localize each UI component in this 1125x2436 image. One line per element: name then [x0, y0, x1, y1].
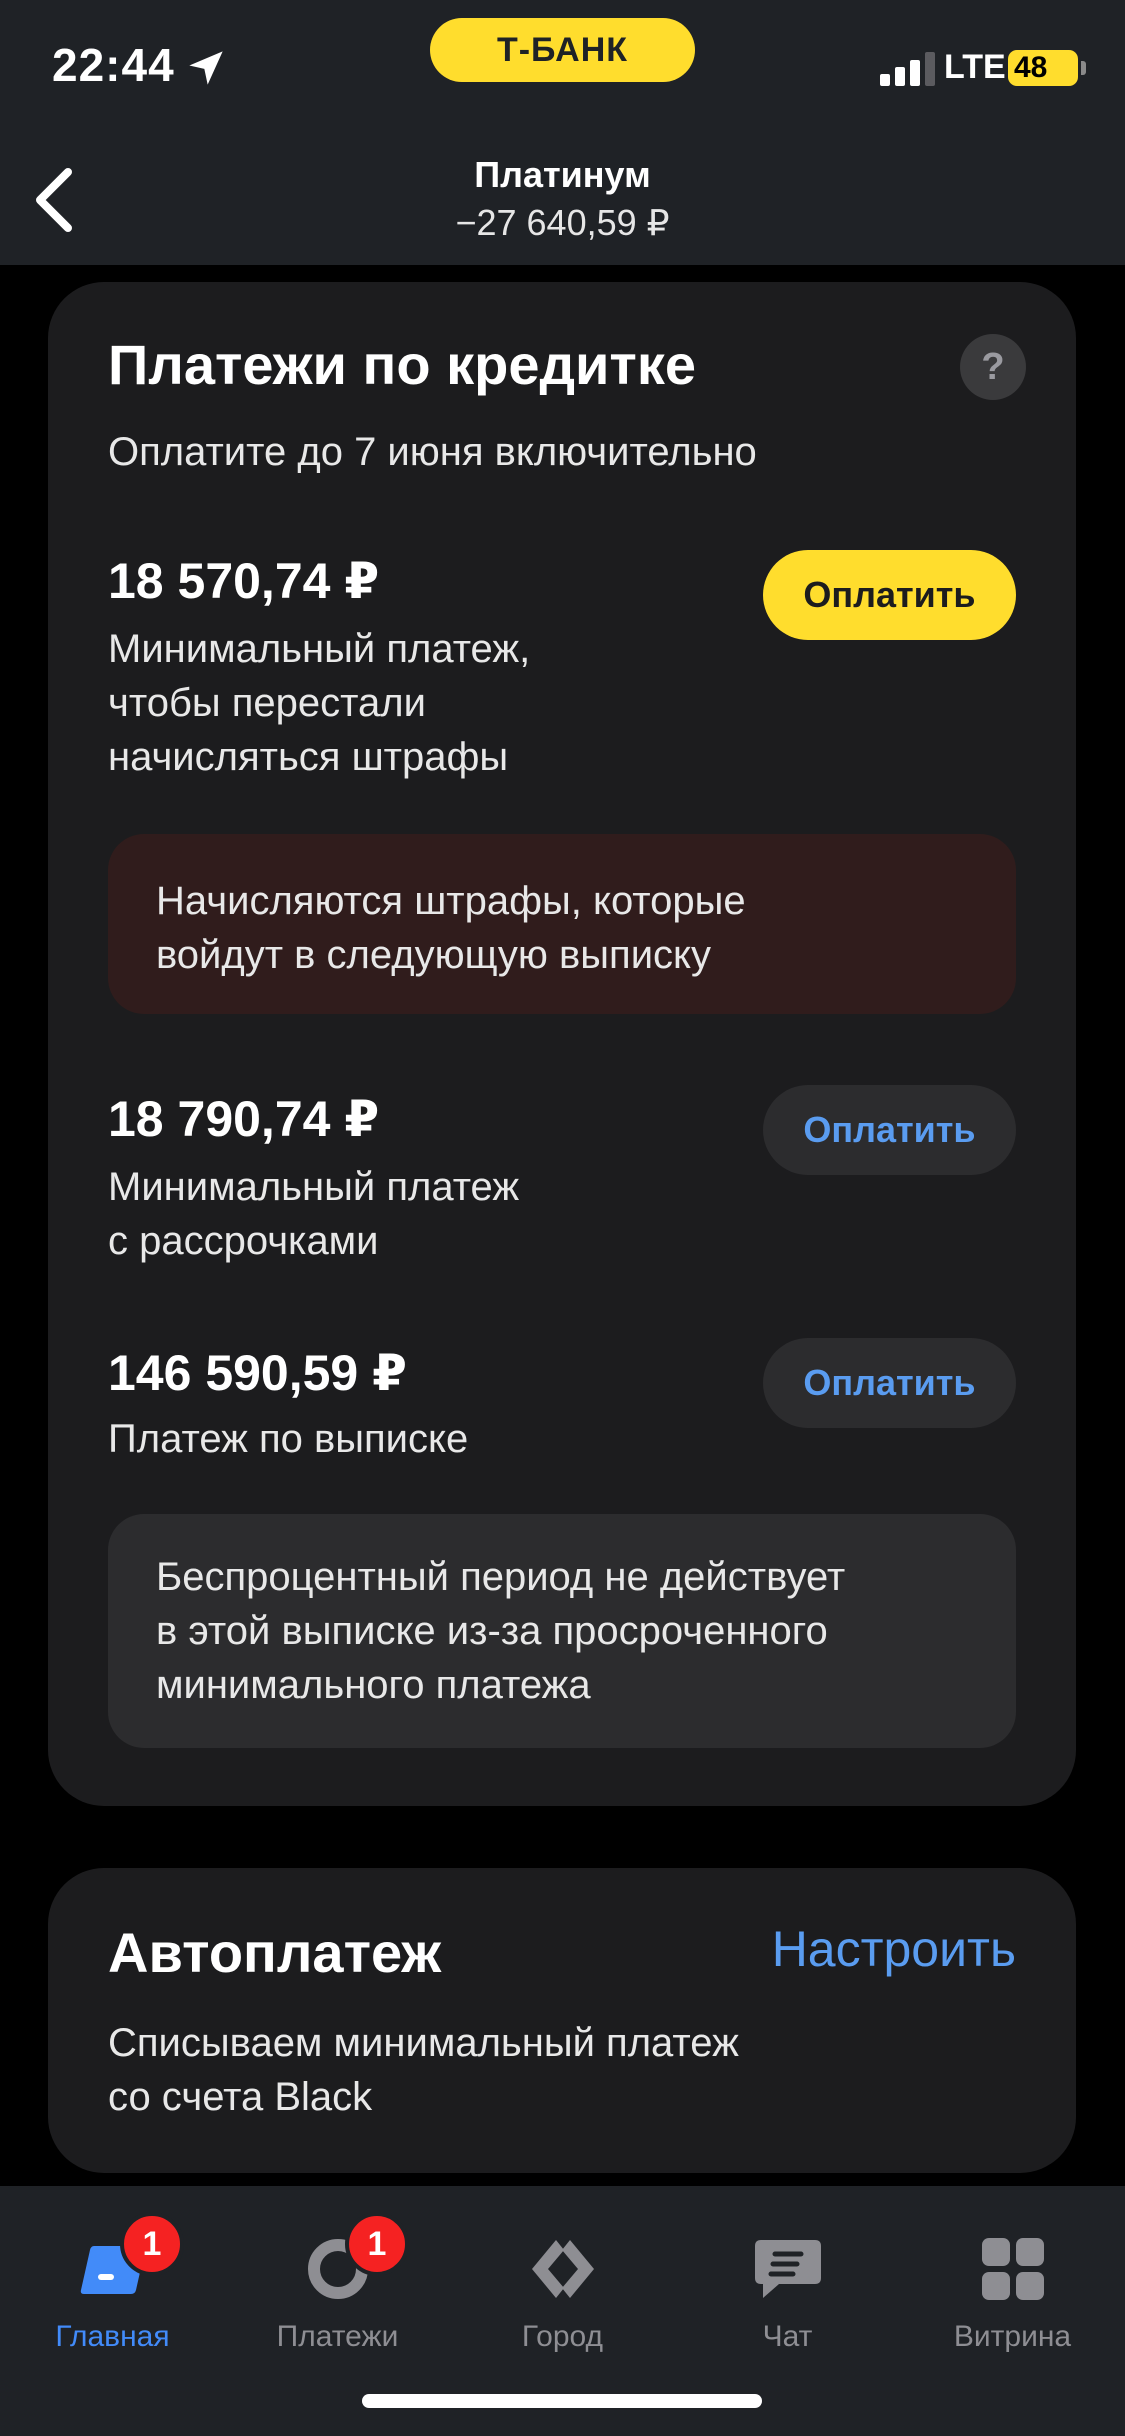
pay-min-button[interactable]: Оплатить — [763, 550, 1016, 640]
autopay-title: Автоплатеж — [108, 1921, 442, 1984]
grid-icon — [982, 2238, 1044, 2300]
location-arrow-icon — [189, 51, 223, 85]
due-date-text: Оплатите до 7 июня включительно — [108, 430, 757, 474]
credit-payments-card: Платежи по кредитке ? Оплатите до 7 июня… — [48, 282, 1076, 1806]
signal-icon — [880, 52, 935, 86]
battery-level: 48 — [1014, 51, 1048, 84]
tab-label: Витрина — [953, 2320, 1072, 2353]
tab-label: Чат — [762, 2320, 813, 2353]
installment-payment-description: Минимальный платеж с рассрочками — [108, 1165, 520, 1263]
help-button[interactable]: ? — [960, 334, 1026, 400]
installment-payment-amount: 18 790,74 ₽ — [108, 1091, 380, 1147]
home-badge: 1 — [120, 2212, 184, 2276]
min-payment-description: Минимальный платеж, чтобы перестали начи… — [108, 627, 531, 779]
tab-payments[interactable]: 1 Платежи — [225, 2212, 450, 2362]
network-type: LTE — [944, 48, 1006, 86]
home-indicator[interactable] — [362, 2394, 762, 2408]
battery-icon: 48 — [1008, 50, 1078, 86]
tab-label: Город — [521, 2320, 604, 2353]
diamond-icon — [532, 2240, 594, 2298]
bank-logo[interactable]: Т-БАНК — [430, 18, 695, 82]
autopay-description: Списываем минимальный платеж со счета Bl… — [108, 2021, 739, 2119]
status-time: 22:44 — [52, 39, 175, 91]
account-balance: −27 640,59 ₽ — [455, 202, 670, 243]
configure-autopay-link[interactable]: Настроить — [763, 1920, 1016, 1978]
pay-installment-button[interactable]: Оплатить — [763, 1085, 1016, 1175]
card-title: Платежи по кредитке — [108, 333, 697, 396]
autopay-card: Автоплатеж Настроить Списываем минимальн… — [48, 1868, 1076, 2173]
tab-label: Платежи — [276, 2320, 399, 2353]
statement-payment-amount: 146 590,59 ₽ — [108, 1345, 407, 1401]
pay-statement-button[interactable]: Оплатить — [763, 1338, 1016, 1428]
tab-label: Главная — [55, 2320, 170, 2353]
min-payment-amount: 18 570,74 ₽ — [108, 553, 380, 609]
tab-city[interactable]: Город — [450, 2212, 675, 2362]
tab-home[interactable]: 1 Главная — [0, 2212, 225, 2362]
tab-showcase[interactable]: Витрина — [900, 2212, 1125, 2362]
battery-tip — [1081, 61, 1086, 75]
grace-period-notice: Беспроцентный период не действует в этой… — [108, 1514, 1016, 1748]
statement-payment-description: Платеж по выписке — [108, 1417, 469, 1461]
nav-header: Платинум −27 640,59 ₽ — [0, 130, 1125, 265]
status-bar: 22:44 Т-БАНК LTE 48 — [0, 0, 1125, 130]
tab-chat[interactable]: Чат — [675, 2212, 900, 2362]
penalty-notice: Начисляются штрафы, которые войдут в сле… — [108, 834, 1016, 1014]
payments-badge: 1 — [345, 2212, 409, 2276]
chat-icon — [755, 2240, 821, 2298]
account-title: Платинум — [474, 154, 651, 195]
